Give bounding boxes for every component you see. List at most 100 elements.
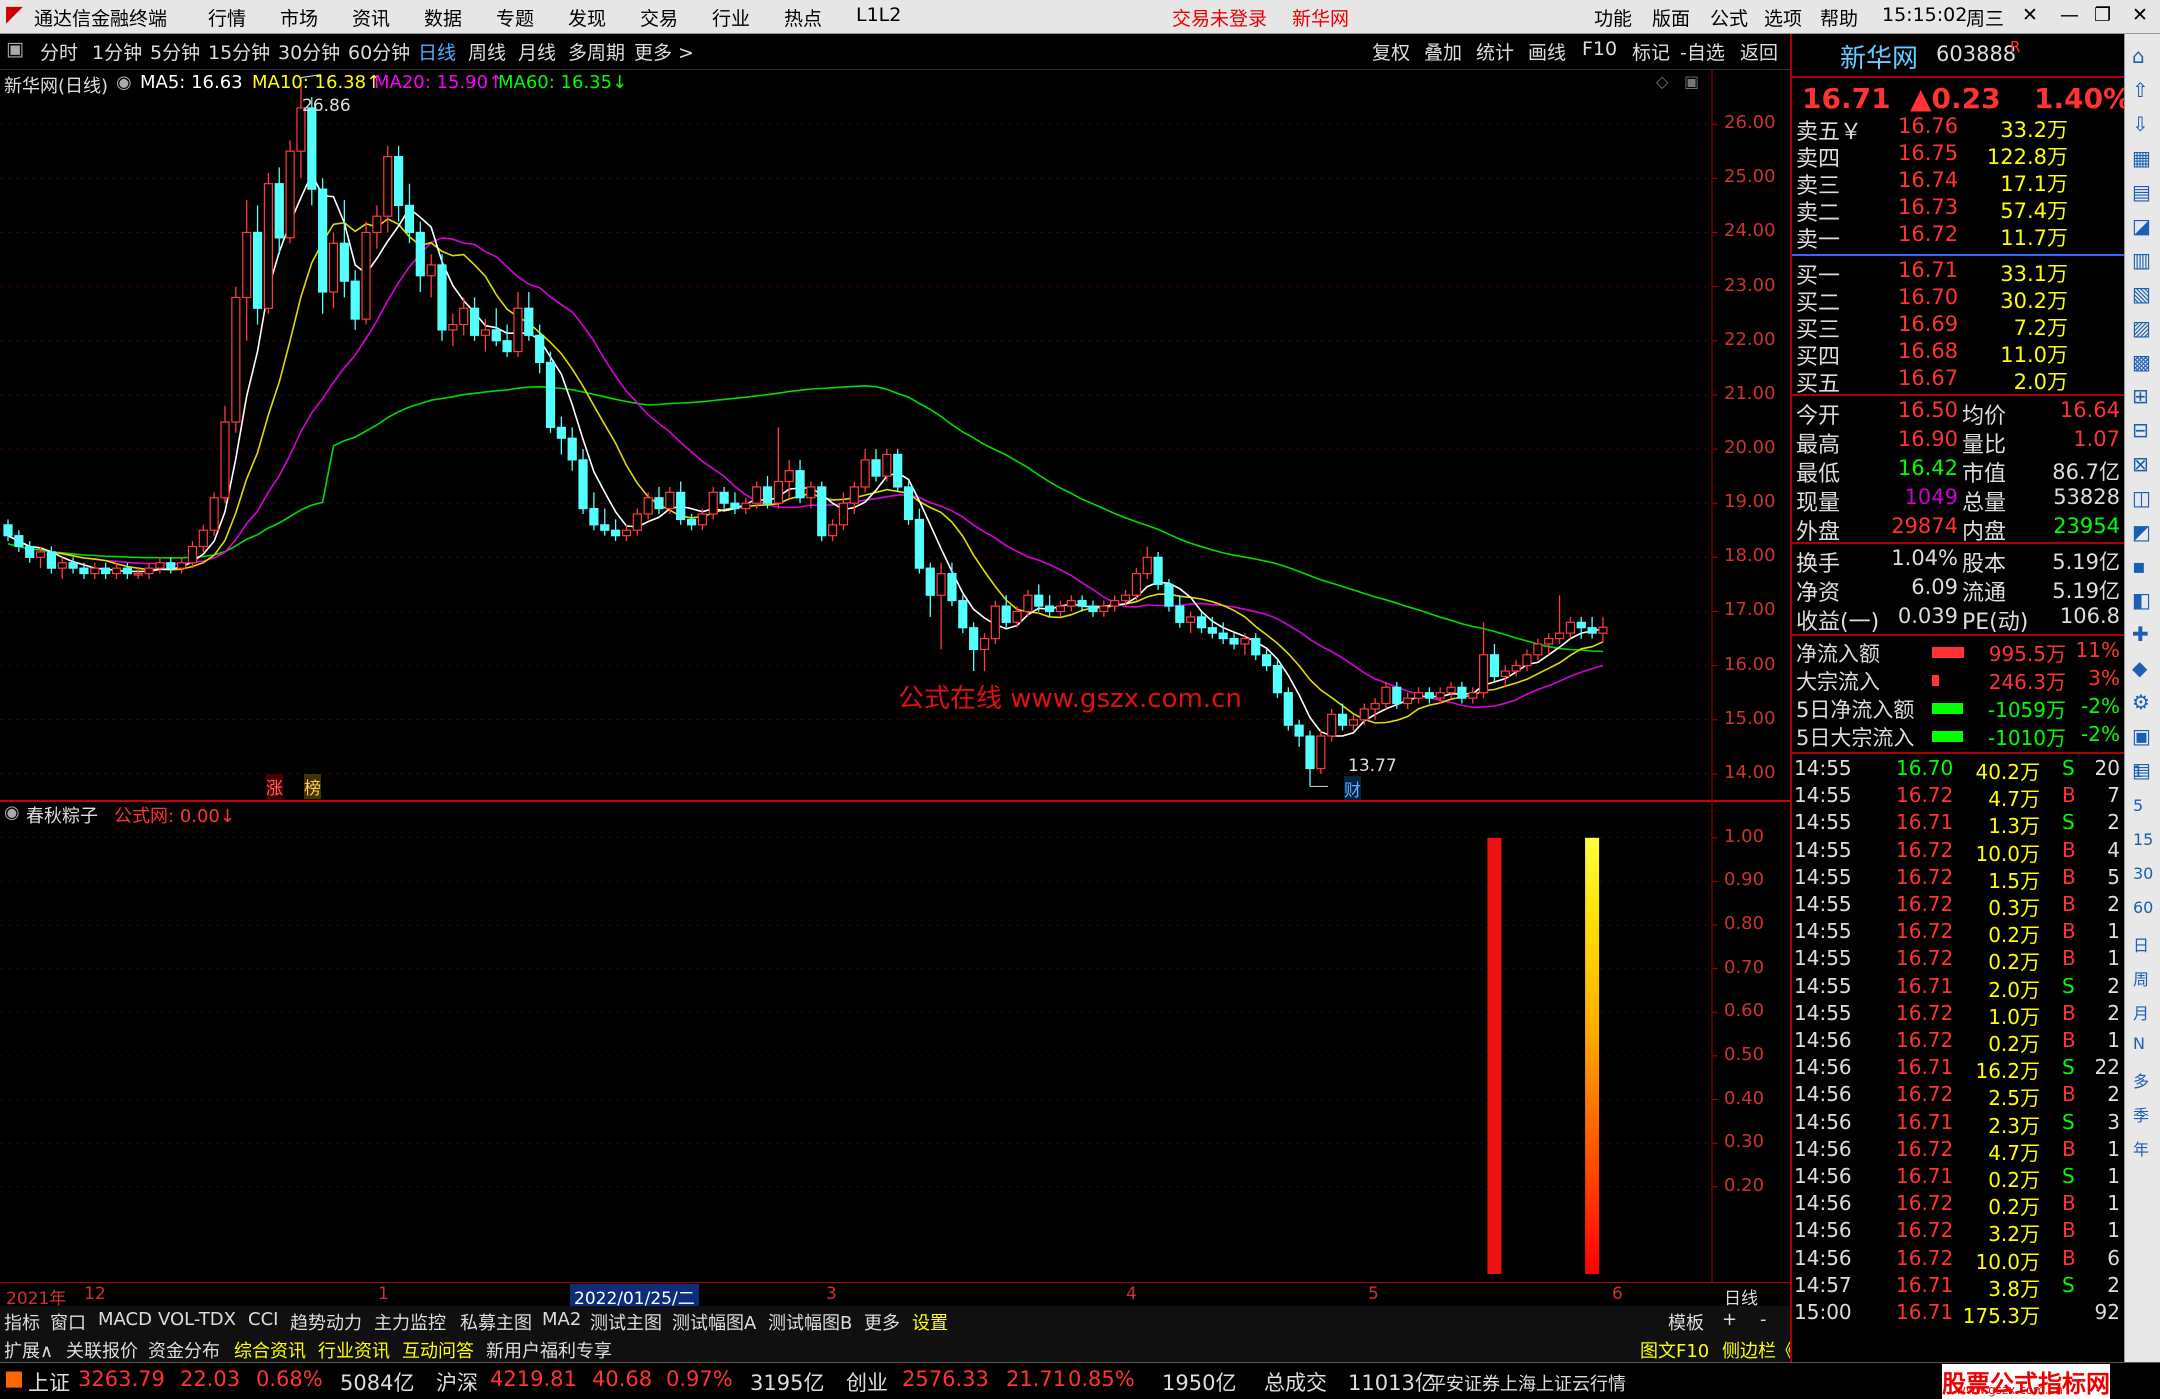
grid-icon[interactable]: ▦ [2132,146,2151,170]
tab-guanlian[interactable]: 关联报价 [66,1337,138,1363]
chart-shape-icon[interactable]: ◇ [1656,72,1668,91]
close-window-icon[interactable]: ✕ [2132,4,2148,26]
index-sh-name[interactable]: 上证 [28,1367,70,1397]
menu-shuju[interactable]: 数据 [424,4,462,31]
menu-xuanxiang[interactable]: 选项 [1764,4,1802,31]
tab-muban[interactable]: 模板 [1668,1309,1704,1335]
tab-shezhi[interactable]: 设置 [912,1309,948,1335]
chart-icon[interactable]: ▧ [2132,282,2151,306]
half-icon[interactable]: ◧ [2132,588,2151,612]
menu-banmian[interactable]: 版面 [1652,4,1690,31]
menu-hangye[interactable]: 行业 [712,4,750,31]
menu-zhuanti[interactable]: 专题 [496,4,534,31]
indicator-settings-icon[interactable]: ◉ [4,802,20,823]
btn-biaoji[interactable]: 标记 [1632,38,1670,65]
menu-jiaoyi[interactable]: 交易 [640,4,678,31]
strip-period-0[interactable]: 1 [2133,762,2143,781]
strip-period-4[interactable]: 60 [2133,898,2153,917]
tab-simu[interactable]: 私募主图 [460,1309,532,1335]
tab-chuangkou[interactable]: 窗口 [50,1309,86,1335]
strip-period-11[interactable]: 年 [2133,1136,2149,1160]
table-icon[interactable]: ▥ [2132,248,2151,272]
period-15min[interactable]: 15分钟 [208,38,270,65]
tab-tuwen-f10[interactable]: 图文F10 [1640,1337,1709,1363]
btn-tongji[interactable]: 统计 [1476,38,1514,65]
tab-hudong[interactable]: 互动问答 [402,1337,474,1363]
list-icon[interactable]: ▤ [2132,180,2151,204]
gear-icon[interactable]: ⚙ [2132,690,2150,714]
tab-remove[interactable]: - [1760,1309,1767,1330]
btn-fuquan[interactable]: 复权 [1372,38,1410,65]
kline-chart[interactable]: 新华网(日线) ◉ MA5: 16.63 MA10: 16.38↑ MA20: … [0,70,1790,801]
bars-icon[interactable]: ▨ [2132,316,2151,340]
period-daily[interactable]: 日线 [418,38,456,65]
btn-diejia[interactable]: 叠加 [1424,38,1462,65]
period-more[interactable]: 更多 > [634,38,694,65]
marker-zhang[interactable]: 涨 [266,774,283,799]
menu-zixun[interactable]: 资讯 [352,4,390,31]
tab-cci[interactable]: CCI [248,1309,278,1330]
close-panel-icon[interactable]: ✕ [2022,4,2038,26]
login-status[interactable]: 交易未登录 [1172,4,1267,31]
tab-zijin[interactable]: 资金分布 [148,1337,220,1363]
strip-period-7[interactable]: 月 [2133,1000,2149,1024]
btn-fanhui[interactable]: 返回 [1740,38,1778,65]
period-60min[interactable]: 60分钟 [348,38,410,65]
broker-name[interactable]: 平安证券上海上证云行情 [1428,1370,1626,1396]
matrix-icon[interactable]: ▩ [2132,350,2151,374]
menu-gongshi[interactable]: 公式 [1710,4,1748,31]
marker-cai[interactable]: 财 [1344,776,1361,801]
tab-xinyonghu[interactable]: 新用户福利专享 [486,1337,612,1363]
menu-shichang[interactable]: 市场 [280,4,318,31]
tab-ceshi-futu-a[interactable]: 测试幅图A [672,1309,756,1335]
strip-period-3[interactable]: 30 [2133,864,2153,883]
period-weekly[interactable]: 周线 [468,38,506,65]
btn-huaxian[interactable]: 画线 [1528,38,1566,65]
restore-icon[interactable]: ❐ [2094,4,2111,26]
menu-l1l2[interactable]: L1L2 [856,4,901,26]
add-window-icon[interactable]: ⊞ [2132,384,2149,408]
chart-close-icon[interactable]: ▣ [1684,72,1699,91]
btn-f10[interactable]: F10 [1582,38,1617,60]
tab-zhibiao[interactable]: 指标 [4,1309,40,1335]
tab-ma2[interactable]: MA2 [542,1309,581,1330]
tab-macd[interactable]: MACD [98,1309,152,1330]
tab-cebianlan[interactable]: 侧边栏《 [1722,1337,1794,1363]
tab-ceshi-futu-b[interactable]: 测试幅图B [768,1309,852,1335]
tab-kuozhan[interactable]: 扩展∧ [4,1337,53,1363]
up-icon[interactable]: ⇧ [2132,78,2149,102]
tab-vol-tdx[interactable]: VOL-TDX [158,1309,236,1330]
dot-icon[interactable]: ▪ [2132,554,2146,578]
strip-period-2[interactable]: 15 [2133,830,2153,849]
remove-window-icon[interactable]: ⊟ [2132,418,2149,442]
index-cy-name[interactable]: 创业 [846,1367,888,1397]
strip-period-6[interactable]: 周 [2133,966,2149,990]
menu-redian[interactable]: 热点 [784,4,822,31]
tab-add[interactable]: + [1722,1309,1737,1330]
period-monthly[interactable]: 月线 [518,38,556,65]
period-1min[interactable]: 1分钟 [92,38,142,65]
btn-zixuan[interactable]: -自选 [1680,38,1725,65]
menu-faxian[interactable]: 发现 [568,4,606,31]
indicator-chart[interactable]: ◉ 春秋粽子 公式网: 0.00↓ 1.00 0.90 0.80 0.70 0.60 0.… [0,802,1790,1282]
marker-bang[interactable]: 榜 [304,774,321,799]
tab-zhuli[interactable]: 主力监控 [374,1309,446,1335]
diamond-icon[interactable]: ◆ [2132,656,2147,680]
period-multi[interactable]: 多周期 [568,38,625,65]
strip-period-8[interactable]: N [2133,1034,2145,1053]
period-fenshi[interactable]: 分时 [40,38,78,65]
tab-hangye-zixun[interactable]: 行业资讯 [318,1337,390,1363]
menu-hangqing[interactable]: 行情 [208,4,246,31]
cross-window-icon[interactable]: ⊠ [2132,452,2149,476]
home-icon[interactable]: ⌂ [2132,44,2145,68]
indicator-name[interactable]: 春秋粽子 [26,802,98,828]
period-30min[interactable]: 30分钟 [278,38,340,65]
layout-icon[interactable]: ◩ [2132,520,2151,544]
index-hs-name[interactable]: 沪深 [436,1367,478,1397]
tab-zonghe[interactable]: 综合资讯 [234,1337,306,1363]
window-icon[interactable]: ▣ [2132,724,2151,748]
tab-gengduo[interactable]: 更多 [864,1309,900,1335]
chart-settings-icon[interactable]: ◉ [116,72,132,93]
menu-bangzhu[interactable]: 帮助 [1820,4,1858,31]
split-icon[interactable]: ◪ [2132,214,2151,238]
